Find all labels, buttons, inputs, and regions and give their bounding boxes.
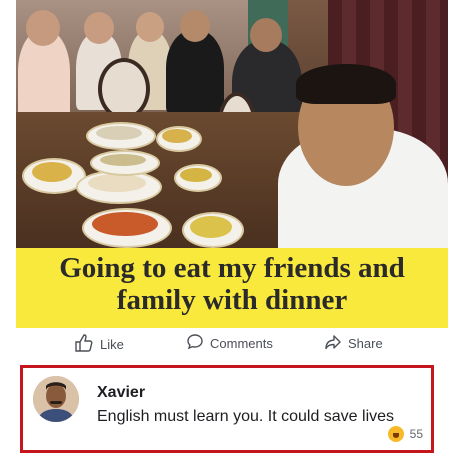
avatar[interactable] (33, 376, 79, 422)
share-arrow-icon (324, 333, 342, 354)
thumbs-up-icon (74, 333, 94, 356)
photo-person-1-head (26, 10, 60, 46)
photo-food-1 (32, 162, 72, 182)
photo-person-3-head (136, 12, 164, 42)
like-label: Like (100, 337, 124, 352)
avatar-portrait-icon (33, 376, 79, 422)
photo-food-3 (96, 126, 142, 140)
photo-selfie-hair (296, 64, 396, 104)
photo-food-5 (162, 129, 192, 143)
caption-line-2: family with dinner (116, 284, 348, 316)
reaction-count-badge[interactable]: 55 (387, 426, 423, 442)
photo-food-2 (88, 174, 146, 192)
post-photo[interactable] (16, 0, 448, 248)
photo-food-8 (190, 216, 232, 238)
like-button[interactable]: Like (74, 333, 124, 356)
photo-chair-back (98, 58, 150, 120)
comment-text: English must learn you. It could save li… (97, 408, 395, 425)
comments-label: Comments (210, 336, 273, 351)
photo-person-5-head (250, 18, 282, 52)
share-label: Share (348, 336, 383, 351)
photo-person-4 (166, 30, 224, 114)
comments-button[interactable]: Comments (186, 333, 273, 354)
facebook-post: Going to eat my friends and family with … (0, 0, 450, 461)
comment-bubble-icon (186, 333, 204, 354)
share-button[interactable]: Share (324, 333, 383, 354)
photo-food-6 (180, 168, 212, 182)
comment-author[interactable]: Xavier (97, 384, 145, 402)
caption-line-1: Going to eat my friends and (59, 252, 405, 284)
post-actions-bar: Like Comments Share (16, 330, 448, 360)
comment-box: Xavier English must learn you. It could … (20, 365, 434, 453)
laughing-emoji-icon (387, 426, 404, 442)
photo-person-4-head (180, 10, 210, 42)
caption-text: Going to eat my friends and family with … (16, 252, 448, 316)
caption-banner: Going to eat my friends and family with … (16, 248, 448, 328)
photo-person-2-head (84, 12, 114, 44)
photo-food-7 (92, 212, 158, 236)
photo-food-4 (100, 154, 146, 166)
reaction-count: 55 (409, 427, 423, 441)
